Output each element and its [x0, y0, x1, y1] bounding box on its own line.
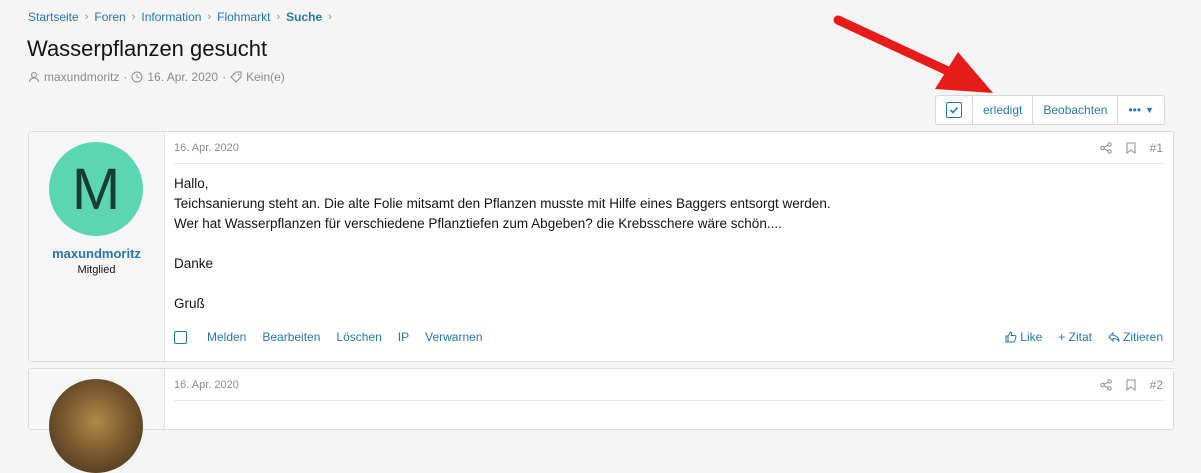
- select-post-checkbox[interactable]: [174, 330, 187, 344]
- post-1: M maxundmoritz Mitglied 16. Apr. 2020 #1…: [28, 131, 1174, 362]
- post-user-pane: M maxundmoritz Mitglied: [29, 132, 165, 361]
- post-username[interactable]: maxundmoritz: [29, 246, 164, 261]
- breadcrumb-suche[interactable]: Suche: [286, 10, 322, 24]
- like-label: Like: [1020, 330, 1043, 344]
- breadcrumb-information[interactable]: Information: [141, 10, 201, 24]
- chevron-right-icon: ›: [131, 11, 136, 23]
- loeschen-link[interactable]: Löschen: [336, 330, 381, 344]
- zitat-button[interactable]: + Zitat: [1058, 330, 1092, 344]
- chevron-right-icon: ›: [207, 11, 212, 23]
- checkbox-checked-icon: [946, 102, 962, 118]
- post-user-pane: [29, 369, 165, 473]
- bookmark-icon[interactable]: [1126, 142, 1136, 154]
- post-line: Hallo,: [174, 176, 209, 191]
- post-line: Danke: [174, 256, 214, 271]
- chevron-right-icon: ›: [276, 11, 281, 23]
- post-header: 16. Apr. 2020 #1: [174, 132, 1163, 164]
- zitieren-label: Zitieren: [1122, 330, 1163, 344]
- bearbeiten-link[interactable]: Bearbeiten: [262, 330, 320, 344]
- reply-icon: [1108, 331, 1120, 343]
- thread-action-bar: erledigt Beobachten ••• ▼: [935, 95, 1165, 125]
- page-title: Wasserpflanzen gesucht: [27, 36, 268, 61]
- thread-meta: maxundmoritz · 16. Apr. 2020 · Kein(e): [28, 70, 285, 84]
- tag-icon: [230, 71, 242, 83]
- beobachten-button[interactable]: Beobachten: [1033, 96, 1119, 124]
- meta-separator: ·: [123, 70, 128, 84]
- post-line: Wer hat Wasserpflanzen für verschiedene …: [174, 216, 782, 231]
- post-body: Hallo, Teichsanierung steht an. Die alte…: [174, 174, 831, 314]
- melden-link[interactable]: Melden: [207, 330, 246, 344]
- erledigt-button[interactable]: erledigt: [973, 96, 1034, 124]
- breadcrumb: Startseite › Foren › Information › Flohm…: [28, 10, 332, 24]
- breadcrumb-startseite[interactable]: Startseite: [28, 10, 79, 24]
- breadcrumb-foren[interactable]: Foren: [94, 10, 125, 24]
- meta-separator: ·: [222, 70, 227, 84]
- chevron-right-icon: ›: [84, 11, 89, 23]
- post-line: Gruß: [174, 296, 205, 311]
- thread-tags: Kein(e): [246, 70, 285, 84]
- bookmark-icon[interactable]: [1126, 379, 1136, 391]
- thread-author[interactable]: maxundmoritz: [44, 70, 119, 84]
- caret-down-icon: ▼: [1145, 105, 1154, 115]
- avatar[interactable]: [49, 379, 143, 473]
- post-date[interactable]: 16. Apr. 2020: [174, 142, 239, 154]
- post-number[interactable]: #2: [1150, 378, 1163, 392]
- chevron-right-icon: ›: [328, 11, 332, 23]
- post-line: Teichsanierung steht an. Die alte Folie …: [174, 196, 831, 211]
- user-title: Mitglied: [77, 264, 116, 276]
- post-header: 16. Apr. 2020 #2: [174, 369, 1163, 401]
- post-2: 16. Apr. 2020 #2: [28, 368, 1174, 473]
- erledigt-checkbox[interactable]: [936, 96, 973, 124]
- zitieren-button[interactable]: Zitieren: [1108, 330, 1163, 344]
- thread-date: 16. Apr. 2020: [147, 70, 219, 84]
- more-menu-button[interactable]: ••• ▼: [1118, 96, 1164, 124]
- share-icon[interactable]: [1099, 141, 1112, 154]
- share-icon[interactable]: [1099, 378, 1112, 391]
- more-dots: •••: [1128, 103, 1142, 117]
- post-number[interactable]: #1: [1150, 141, 1163, 155]
- thumbs-up-icon: [1005, 331, 1017, 343]
- breadcrumb-flohmarkt[interactable]: Flohmarkt: [217, 10, 270, 24]
- post-line: [174, 234, 831, 254]
- avatar[interactable]: M: [49, 142, 143, 236]
- verwarnen-link[interactable]: Verwarnen: [425, 330, 482, 344]
- post-line: [174, 274, 831, 294]
- ip-link[interactable]: IP: [398, 330, 409, 344]
- user-icon: [29, 72, 39, 83]
- post-date[interactable]: 16. Apr. 2020: [174, 379, 239, 391]
- clock-icon: [131, 71, 143, 83]
- like-button[interactable]: Like: [1005, 330, 1042, 344]
- post-footer: Melden Bearbeiten Löschen IP Verwarnen L…: [174, 330, 1163, 344]
